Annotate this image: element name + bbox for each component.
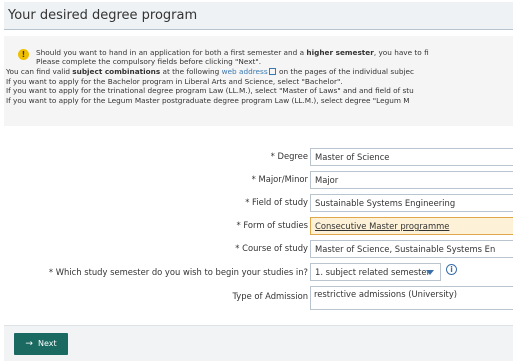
info-line-1: Should you want to hand in an applicatio… <box>36 48 429 57</box>
info-line-1-text: Should you want to hand in an applicatio… <box>36 48 307 57</box>
section-header: Your desired degree program <box>4 2 513 30</box>
major-row: * Major/Minor Major <box>0 171 513 189</box>
form-of-studies-label: * Form of studies <box>236 220 308 230</box>
course-of-study-field[interactable]: Master of Science, Sustainable Systems E… <box>310 240 513 258</box>
semester-value: 1. subject related semester <box>315 267 431 277</box>
form-of-studies-value: Consecutive Master programme <box>315 221 450 231</box>
course-of-study-row: * Course of study Master of Science, Sus… <box>0 240 513 258</box>
info-line-3-text: You can find valid <box>6 67 73 76</box>
next-button[interactable]: → Next <box>14 333 68 355</box>
degree-field[interactable]: Master of Science <box>310 148 513 166</box>
info-line-4: If you want to apply for the Bachelor pr… <box>6 77 343 86</box>
footer-bar: → Next <box>4 325 513 361</box>
info-icon: ! <box>18 49 29 60</box>
field-of-study-field[interactable]: Sustainable Systems Engineering <box>310 194 513 212</box>
info-line-3-tail: on the pages of the individual subjec <box>276 67 414 76</box>
web-address-link[interactable]: web address <box>222 67 268 76</box>
form-of-studies-field[interactable]: Consecutive Master programme <box>310 217 513 235</box>
external-link-icon[interactable] <box>268 68 276 75</box>
field-of-study-label: * Field of study <box>245 197 308 207</box>
degree-row: * Degree Master of Science <box>0 148 513 166</box>
section-title: Your desired degree program <box>8 8 198 23</box>
degree-label: * Degree <box>270 151 308 161</box>
form-of-studies-row: * Form of studies Consecutive Master pro… <box>0 217 513 235</box>
next-button-label: Next <box>37 339 57 348</box>
info-line-2: Please complete the compulsory fields be… <box>36 57 262 66</box>
info-line-5: If you want to apply for the trinational… <box>6 86 414 95</box>
major-field[interactable]: Major <box>310 171 513 189</box>
info-line-3: You can find valid subject combinations … <box>6 67 414 76</box>
admission-label: Type of Admission <box>232 291 309 301</box>
semester-select[interactable]: 1. subject related semester <box>310 263 441 281</box>
semester-row: * Which study semester do you wish to be… <box>0 263 513 281</box>
course-of-study-label: * Course of study <box>235 243 308 253</box>
major-label: * Major/Minor <box>251 174 308 184</box>
field-of-study-row: * Field of study Sustainable Systems Eng… <box>0 194 513 212</box>
semester-label: * Which study semester do you wish to be… <box>48 267 308 277</box>
help-icon[interactable]: i <box>446 264 457 275</box>
arrow-right-icon: → <box>25 339 33 349</box>
info-line-6: If you want to apply for the Legum Maste… <box>6 96 410 105</box>
degree-program-panel: Your desired degree program ! Should you… <box>0 0 513 361</box>
info-box: ! Should you want to hand in an applicat… <box>4 36 513 126</box>
admission-row: Type of Admission restrictive admissions… <box>0 286 513 310</box>
admission-field[interactable]: restrictive admissions (University) <box>310 286 513 310</box>
info-line-3-bold: subject combinations <box>72 67 161 76</box>
chevron-down-icon[interactable] <box>426 270 434 275</box>
info-line-3-mid: at the following <box>160 67 222 76</box>
info-line-1-bold: higher semester <box>306 48 374 57</box>
info-line-1-tail: , you have to fi <box>373 48 429 57</box>
